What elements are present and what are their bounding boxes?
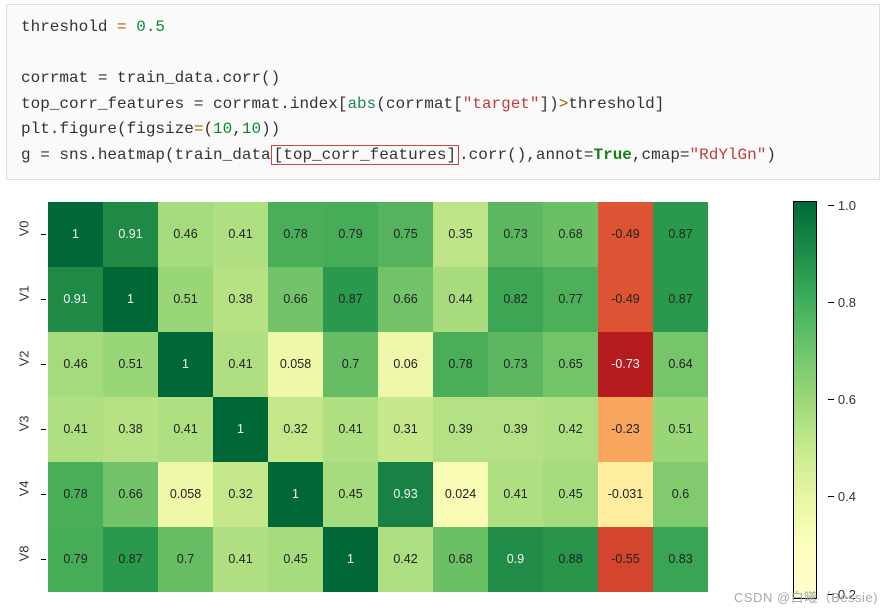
heatmap-cell: 0.87 bbox=[653, 202, 708, 267]
heatmap-cell: 0.51 bbox=[158, 267, 213, 332]
heatmap-cell: -0.23 bbox=[598, 397, 653, 462]
heatmap-cell: -0.55 bbox=[598, 527, 653, 592]
heatmap-cell: 1 bbox=[158, 332, 213, 397]
heatmap-cell: 0.79 bbox=[48, 527, 103, 592]
heatmap-cell: 1 bbox=[268, 462, 323, 527]
heatmap-cell: 0.91 bbox=[48, 267, 103, 332]
code-block: threshold = 0.5 corrmat = train_data.cor… bbox=[6, 4, 880, 180]
heatmap-cell: 0.66 bbox=[103, 462, 158, 527]
y-axis-tick bbox=[41, 234, 46, 235]
colorbar-tick: 0.8 bbox=[828, 295, 856, 310]
heatmap-cell: 0.66 bbox=[268, 267, 323, 332]
heatmap-cell: 0.44 bbox=[433, 267, 488, 332]
y-axis-tick bbox=[41, 494, 46, 495]
heatmap-cell: 0.058 bbox=[268, 332, 323, 397]
heatmap-cell: 0.78 bbox=[433, 332, 488, 397]
heatmap-cell: -0.031 bbox=[598, 462, 653, 527]
heatmap-cell: 0.45 bbox=[268, 527, 323, 592]
heatmap-cell: 0.83 bbox=[653, 527, 708, 592]
heatmap-cell: 0.42 bbox=[543, 397, 598, 462]
colorbar-tick: 0.6 bbox=[828, 392, 856, 407]
heatmap-cell: 0.64 bbox=[653, 332, 708, 397]
heatmap-cell: 0.32 bbox=[213, 462, 268, 527]
code-line-1: threshold = 0.5 bbox=[21, 18, 165, 36]
code-line-3: corrmat = train_data.corr() bbox=[21, 69, 280, 87]
heatmap-cell: 1 bbox=[48, 202, 103, 267]
heatmap-cell: 0.41 bbox=[158, 397, 213, 462]
y-axis-labels: V0V1V2V3V4V8 bbox=[10, 202, 38, 592]
watermark: CSDN @白曦（Bessie) bbox=[734, 587, 878, 606]
heatmap-cell: 0.7 bbox=[158, 527, 213, 592]
heatmap-cell: -0.73 bbox=[598, 332, 653, 397]
heatmap-cell: 0.38 bbox=[103, 397, 158, 462]
code-line-5: plt.figure(figsize=(10,10)) bbox=[21, 120, 280, 138]
heatmap-cell: 0.6 bbox=[653, 462, 708, 527]
heatmap-cell: 0.42 bbox=[378, 527, 433, 592]
heatmap-cell: 0.68 bbox=[543, 202, 598, 267]
heatmap-cell: 0.65 bbox=[543, 332, 598, 397]
heatmap-cell: 0.35 bbox=[433, 202, 488, 267]
heatmap-cell: 0.38 bbox=[213, 267, 268, 332]
highlighted-expression: [top_corr_features] bbox=[271, 145, 459, 165]
heatmap-cell: 1 bbox=[103, 267, 158, 332]
y-axis-tick bbox=[41, 364, 46, 365]
heatmap-cell: 0.73 bbox=[488, 202, 543, 267]
heatmap-cell: 0.73 bbox=[488, 332, 543, 397]
heatmap-cell: 0.41 bbox=[488, 462, 543, 527]
colorbar-ticks: 1.00.80.60.40.2 bbox=[828, 198, 856, 602]
code-line-6: g = sns.heatmap(train_data[top_corr_feat… bbox=[21, 145, 776, 165]
y-axis-tick bbox=[41, 429, 46, 430]
heatmap-cell: 0.91 bbox=[103, 202, 158, 267]
heatmap-cell: 0.39 bbox=[488, 397, 543, 462]
heatmap-cell: 0.78 bbox=[48, 462, 103, 527]
heatmap-cell: 0.87 bbox=[323, 267, 378, 332]
y-axis-tick bbox=[41, 299, 46, 300]
heatmap-grid: 10.910.460.410.780.790.750.350.730.68-0.… bbox=[48, 202, 708, 592]
heatmap-cell: 0.41 bbox=[48, 397, 103, 462]
heatmap-cell: 0.058 bbox=[158, 462, 213, 527]
colorbar bbox=[794, 202, 816, 598]
heatmap-cell: 0.41 bbox=[213, 202, 268, 267]
heatmap-cell: 0.45 bbox=[323, 462, 378, 527]
heatmap-cell: 1 bbox=[213, 397, 268, 462]
heatmap-cell: 0.45 bbox=[543, 462, 598, 527]
heatmap-cell: 0.31 bbox=[378, 397, 433, 462]
heatmap-cell: 0.024 bbox=[433, 462, 488, 527]
colorbar-tick: 0.4 bbox=[828, 489, 856, 504]
heatmap-cell: 0.93 bbox=[378, 462, 433, 527]
heatmap-cell: 0.51 bbox=[103, 332, 158, 397]
heatmap-cell: 0.78 bbox=[268, 202, 323, 267]
heatmap-cell: 0.68 bbox=[433, 527, 488, 592]
heatmap-cell: 0.87 bbox=[103, 527, 158, 592]
heatmap-cell: 0.77 bbox=[543, 267, 598, 332]
heatmap-cell: 0.51 bbox=[653, 397, 708, 462]
heatmap-cell: 0.41 bbox=[213, 527, 268, 592]
colorbar-tick: 1.0 bbox=[828, 198, 856, 213]
heatmap-cell: 0.32 bbox=[268, 397, 323, 462]
heatmap-cell: 0.9 bbox=[488, 527, 543, 592]
code-line-4: top_corr_features = corrmat.index[abs(co… bbox=[21, 95, 664, 113]
heatmap-cell: 0.06 bbox=[378, 332, 433, 397]
heatmap-cell: -0.49 bbox=[598, 267, 653, 332]
heatmap-cell: 0.75 bbox=[378, 202, 433, 267]
heatmap-cell: 0.7 bbox=[323, 332, 378, 397]
heatmap-plot: V0V1V2V3V4V8 10.910.460.410.780.790.750.… bbox=[0, 190, 886, 610]
heatmap-cell: 0.46 bbox=[158, 202, 213, 267]
heatmap-cell: -0.49 bbox=[598, 202, 653, 267]
heatmap-cell: 0.88 bbox=[543, 527, 598, 592]
heatmap-cell: 0.66 bbox=[378, 267, 433, 332]
heatmap-cell: 0.39 bbox=[433, 397, 488, 462]
heatmap-cell: 1 bbox=[323, 527, 378, 592]
heatmap-cell: 0.82 bbox=[488, 267, 543, 332]
heatmap-cell: 0.87 bbox=[653, 267, 708, 332]
heatmap-cell: 0.41 bbox=[213, 332, 268, 397]
y-axis-tick bbox=[41, 559, 46, 560]
heatmap-cell: 0.41 bbox=[323, 397, 378, 462]
heatmap-cell: 0.79 bbox=[323, 202, 378, 267]
heatmap-cell: 0.46 bbox=[48, 332, 103, 397]
